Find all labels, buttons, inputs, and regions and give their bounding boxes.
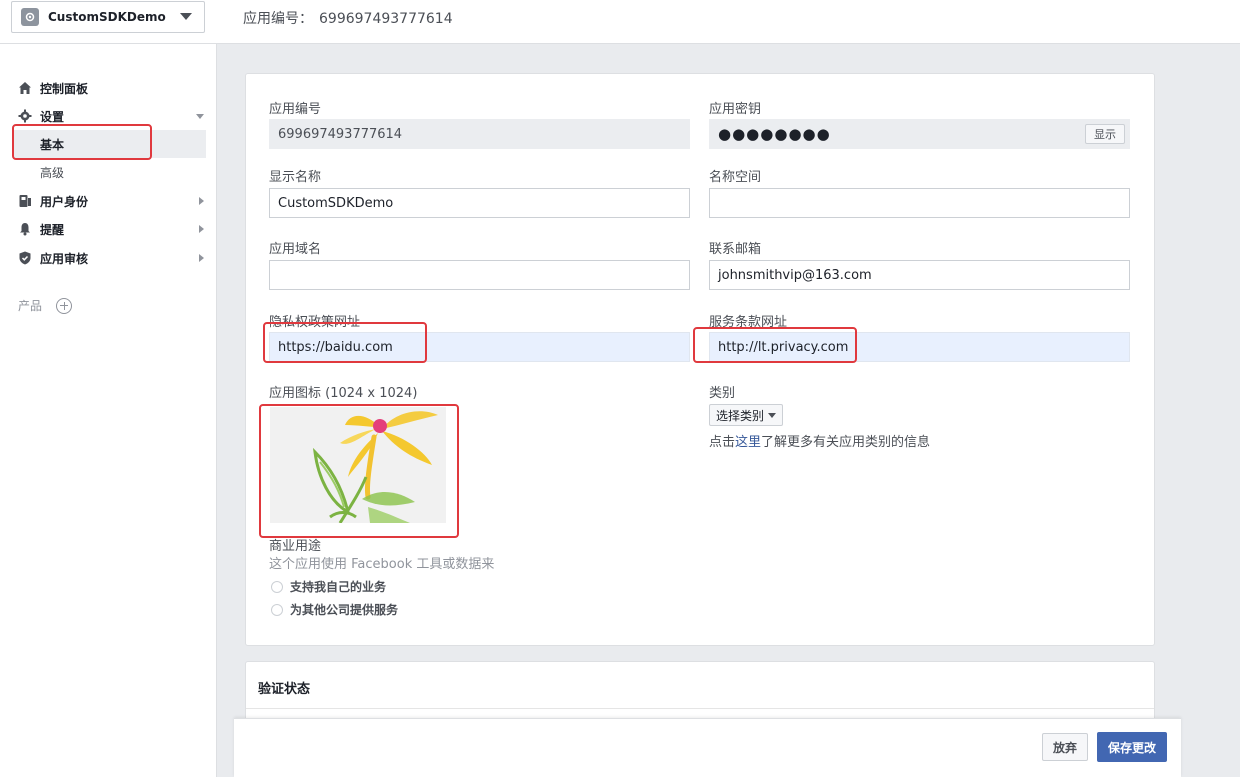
discard-button[interactable]: 放弃 <box>1042 733 1088 761</box>
sidebar-item-label: 控制面板 <box>40 80 88 97</box>
sidebar-item-dashboard[interactable]: 控制面板 <box>18 78 88 98</box>
namespace-input[interactable] <box>709 188 1130 218</box>
chevron-down-icon <box>196 114 204 119</box>
app-domains-label: 应用域名 <box>269 238 321 257</box>
save-changes-button[interactable]: 保存更改 <box>1097 732 1167 762</box>
business-use-option-own[interactable]: 支持我自己的业务 <box>271 578 386 595</box>
app-id-header: 应用编号： 699697493777614 <box>243 8 453 28</box>
top-bar: CustomSDKDemo 应用编号： 699697493777614 <box>0 0 1240 44</box>
sidebar-item-alerts[interactable]: 提醒 <box>18 219 200 239</box>
gear-icon <box>18 109 32 123</box>
sidebar-item-label: 提醒 <box>40 221 64 238</box>
app-id-header-value: 699697493777614 <box>319 11 453 27</box>
app-id-value: 699697493777614 <box>278 127 402 142</box>
sidebar-item-app-review[interactable]: 应用审核 <box>18 248 200 268</box>
chevron-down-icon <box>768 413 776 418</box>
app-secret-label: 应用密钥 <box>709 98 761 117</box>
highlight-app-icon <box>259 404 459 538</box>
app-icon-label: 应用图标 (1024 x 1024) <box>269 382 417 401</box>
products-label: 产品 <box>18 297 42 314</box>
category-info-prefix: 点击 <box>709 435 735 450</box>
contact-email-value: johnsmithvip@163.com <box>718 268 872 283</box>
shield-check-icon <box>18 251 32 265</box>
sidebar-item-settings[interactable]: 设置 <box>18 106 200 126</box>
chevron-right-icon <box>199 254 204 262</box>
radio-button[interactable] <box>271 604 283 616</box>
add-product-icon[interactable] <box>56 298 72 314</box>
business-use-option-others[interactable]: 为其他公司提供服务 <box>271 601 398 618</box>
category-info-link[interactable]: 这里 <box>735 435 761 450</box>
app-gear-icon <box>21 8 39 26</box>
app-secret-field: ●●●●●●●● 显示 <box>709 119 1130 149</box>
home-icon <box>18 81 32 95</box>
sidebar-item-label: 用户身份 <box>40 193 88 210</box>
action-bar: 放弃 保存更改 <box>234 718 1181 777</box>
app-id-field: 699697493777614 <box>269 119 690 149</box>
display-name-value: CustomSDKDemo <box>278 196 393 211</box>
chevron-down-icon <box>180 13 192 20</box>
app-id-header-label: 应用编号： <box>243 11 313 27</box>
category-info-text: 点击这里了解更多有关应用类别的信息 <box>709 431 930 450</box>
app-name-label: CustomSDKDemo <box>48 10 166 24</box>
highlight-basic <box>12 124 152 160</box>
app-secret-value: ●●●●●●●● <box>718 125 831 143</box>
category-select[interactable]: 选择类别 <box>709 404 783 426</box>
chevron-right-icon <box>199 197 204 205</box>
contact-email-label: 联系邮箱 <box>709 238 761 257</box>
app-selector-dropdown[interactable]: CustomSDKDemo <box>11 1 205 33</box>
business-use-option-label: 为其他公司提供服务 <box>290 601 398 618</box>
namespace-label: 名称空间 <box>709 166 761 185</box>
show-secret-button[interactable]: 显示 <box>1085 124 1125 144</box>
sidebar-item-advanced[interactable]: 高级 <box>12 158 206 186</box>
contact-email-input[interactable]: johnsmithvip@163.com <box>709 260 1130 290</box>
divider <box>246 708 1154 709</box>
category-select-label: 选择类别 <box>716 407 764 424</box>
id-badge-icon <box>18 194 32 208</box>
chevron-right-icon <box>199 225 204 233</box>
category-info-suffix: 了解更多有关应用类别的信息 <box>761 435 930 450</box>
verification-status-title: 验证状态 <box>258 678 310 697</box>
products-section: 产品 <box>18 297 72 314</box>
sidebar-item-label: 应用审核 <box>40 250 88 267</box>
business-use-option-label: 支持我自己的业务 <box>290 578 386 595</box>
app-domains-input[interactable] <box>269 260 690 290</box>
highlight-privacy-url <box>263 322 427 363</box>
display-name-input[interactable]: CustomSDKDemo <box>269 188 690 218</box>
app-id-label: 应用编号 <box>269 98 321 117</box>
sidebar-item-label: 设置 <box>40 108 64 125</box>
bell-icon <box>18 222 32 236</box>
business-use-description: 这个应用使用 Facebook 工具或数据来 <box>269 553 494 572</box>
category-label: 类别 <box>709 382 735 401</box>
radio-button[interactable] <box>271 581 283 593</box>
sidebar-item-user-identity[interactable]: 用户身份 <box>18 191 200 211</box>
highlight-tos-url <box>693 327 857 363</box>
display-name-label: 显示名称 <box>269 166 321 185</box>
sidebar-item-label: 高级 <box>40 164 64 181</box>
